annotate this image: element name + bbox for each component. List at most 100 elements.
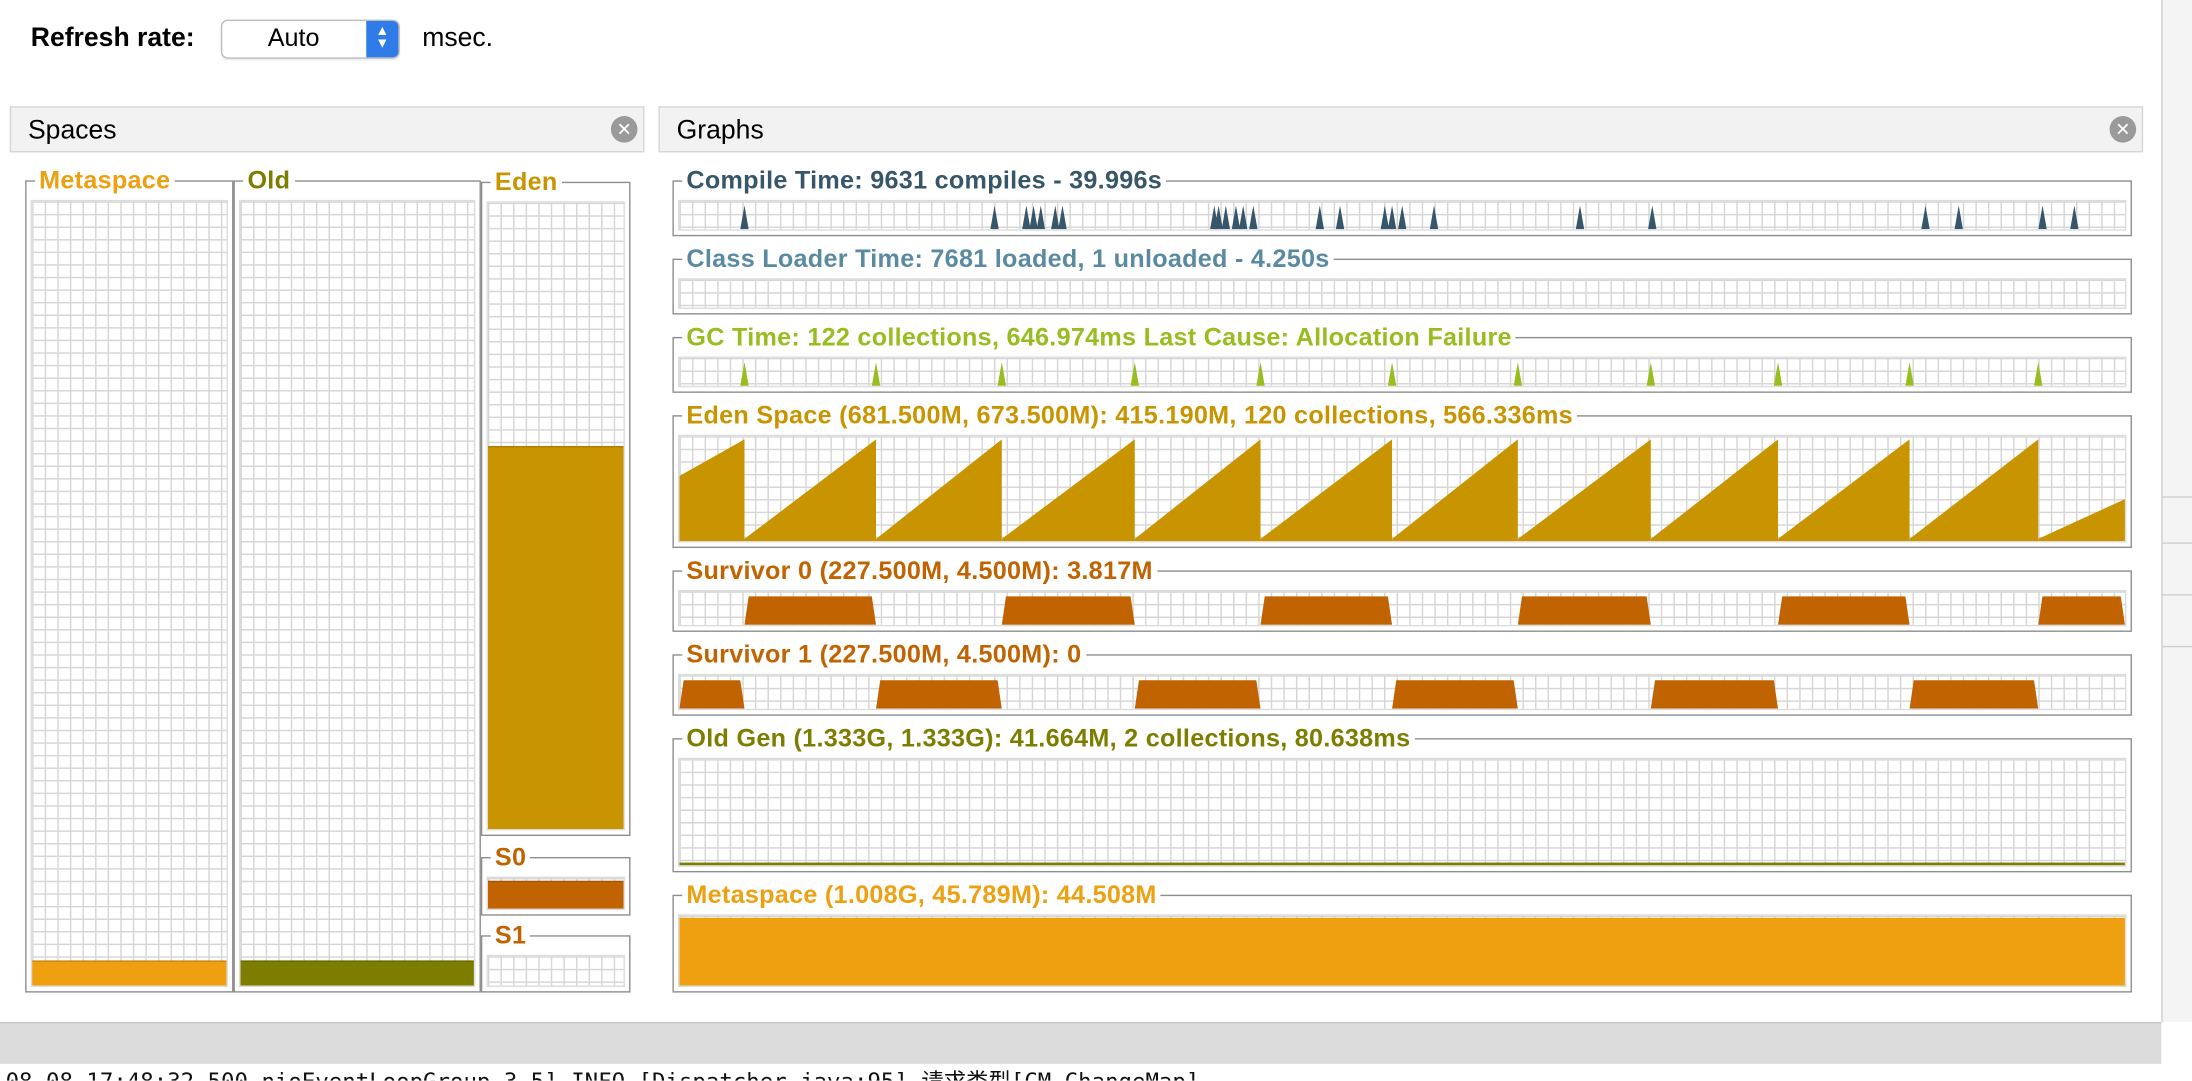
spike-mark xyxy=(2070,205,2079,230)
spike-mark xyxy=(1238,205,1248,230)
graph-old-gen-plot xyxy=(678,757,2127,867)
refresh-rate-label: Refresh rate: xyxy=(30,23,195,54)
close-icon[interactable]: ✕ xyxy=(2109,116,2137,143)
graph-class-loader-time-svg xyxy=(679,280,2125,308)
graph-gc-time-title: GC Time: 122 collections, 646.974ms Last… xyxy=(682,321,1517,353)
graph-survivor-1: Survivor 1 (227.500M, 4.500M): 0 xyxy=(672,638,2132,716)
spike-mark xyxy=(1335,205,1345,230)
status-bar xyxy=(0,1021,2162,1066)
chevron-updown-icon[interactable]: ▲ ▼ xyxy=(366,20,399,58)
refresh-rate-select[interactable]: Auto ▲ ▼ xyxy=(220,19,400,59)
spike-mark xyxy=(2034,362,2043,386)
survivor-block xyxy=(1392,680,1518,709)
graph-survivor-0: Survivor 0 (227.500M, 4.500M): 3.817M xyxy=(672,555,2132,632)
console-output: 08-08 17:48:32.500 nioEventLoopGroup-3-5… xyxy=(0,1063,2192,1081)
spike-mark xyxy=(1954,205,1963,230)
space-s0: S0 xyxy=(480,841,631,916)
space-old: Old xyxy=(233,164,481,993)
refresh-rate-value: Auto xyxy=(267,23,320,52)
survivor-block xyxy=(1001,596,1135,625)
spike-mark xyxy=(1429,205,1439,230)
graph-eden-space-title: Eden Space (681.500M, 673.500M): 415.190… xyxy=(682,399,1578,431)
graph-eden-space: Eden Space (681.500M, 673.500M): 415.190… xyxy=(672,399,2132,549)
survivor-block xyxy=(1517,596,1651,625)
space-eden-fill xyxy=(487,445,624,830)
space-metaspace: Metaspace xyxy=(25,164,234,993)
spike-mark xyxy=(740,362,749,386)
spike-mark xyxy=(1036,205,1046,230)
spike-mark xyxy=(1575,205,1585,230)
strip-divider xyxy=(2162,645,2192,648)
graphs-panel-title: Graphs xyxy=(676,116,764,146)
spike-mark xyxy=(1029,205,1038,230)
spike-mark xyxy=(2038,205,2047,230)
eden-sawtooth-segment xyxy=(1134,439,1261,542)
spike-mark xyxy=(1646,362,1656,386)
spike-mark xyxy=(1648,205,1657,230)
eden-sawtooth-segment xyxy=(1260,439,1393,542)
survivor-block xyxy=(1260,596,1393,625)
space-eden-label: Eden xyxy=(490,166,562,198)
space-s1: S1 xyxy=(480,919,631,993)
spike-mark xyxy=(740,205,749,230)
right-edge-strip xyxy=(2162,0,2192,1022)
visualgc-window: Refresh rate: Auto ▲ ▼ msec. Spaces ✕ Met… xyxy=(0,0,2163,1022)
spike-mark xyxy=(1380,205,1390,230)
graph-survivor-1-svg xyxy=(679,680,2039,709)
graph-class-loader-time: Class Loader Time: 7681 loaded, 1 unload… xyxy=(672,243,2132,315)
spike-mark xyxy=(871,362,881,386)
graph-class-loader-time-plot xyxy=(678,278,2127,309)
spaces-panel-title: Spaces xyxy=(27,116,117,146)
spike-mark xyxy=(1051,205,1060,230)
eden-sawtooth-segment xyxy=(1517,439,1651,542)
spike-mark xyxy=(1058,205,1067,230)
survivor-block xyxy=(1909,680,2039,709)
graph-class-loader-time-title: Class Loader Time: 7681 loaded, 1 unload… xyxy=(682,243,1334,275)
eden-sawtooth-segment xyxy=(1778,439,1910,542)
graph-old-gen: Old Gen (1.333G, 1.333G): 41.664M, 2 col… xyxy=(672,722,2132,873)
strip-divider xyxy=(2162,496,2192,498)
graphs-panel: Graphs ✕ Compile Time: 9631 compiles - 3… xyxy=(658,106,2144,1001)
graph-survivor-0-svg xyxy=(744,596,2125,625)
spike-mark xyxy=(997,362,1006,386)
spike-mark xyxy=(1513,362,1523,386)
spaces-panel-header: Spaces ✕ xyxy=(9,106,645,153)
graph-gc-time-svg xyxy=(740,362,2043,386)
survivor-block xyxy=(744,596,877,625)
survivor-block xyxy=(2038,596,2125,625)
refresh-rate-bar: Refresh rate: Auto ▲ ▼ msec. xyxy=(30,19,494,59)
space-old-fill xyxy=(240,960,474,986)
survivor-block xyxy=(1134,680,1261,709)
graph-gc-time-plot xyxy=(678,356,2127,388)
spaces-panel: Spaces ✕ Metaspace Old Eden S0 S1 xyxy=(9,106,645,1001)
graphs-panel-header: Graphs ✕ xyxy=(658,106,2144,153)
spike-mark xyxy=(1221,205,1231,230)
space-metaspace-grid xyxy=(30,199,228,987)
close-icon[interactable]: ✕ xyxy=(610,116,638,143)
graph-compile-time-title: Compile Time: 9631 compiles - 39.996s xyxy=(682,164,1167,196)
refresh-rate-unit: msec. xyxy=(422,23,494,54)
graph-metaspace-svg xyxy=(679,917,2125,986)
graph-old-gen-title: Old Gen (1.333G, 1.333G): 41.664M, 2 col… xyxy=(682,722,1415,754)
graph-survivor-0-plot xyxy=(678,589,2127,627)
space-eden: Eden xyxy=(480,166,631,837)
eden-sawtooth-segment xyxy=(2038,499,2125,542)
strip-divider xyxy=(2162,542,2192,544)
graph-old-gen-svg xyxy=(679,862,2125,866)
eden-sawtooth-segment xyxy=(1392,439,1518,542)
spike-mark xyxy=(1397,205,1407,230)
space-eden-grid xyxy=(486,201,625,831)
graph-metaspace: Metaspace (1.008G, 45.789M): 44.508M xyxy=(672,879,2132,993)
graph-gc-time: GC Time: 122 collections, 646.974ms Last… xyxy=(672,321,2132,393)
old-gen-level xyxy=(679,862,2125,866)
survivor-block xyxy=(1778,596,1910,625)
metaspace-level xyxy=(679,917,2125,986)
spike-mark xyxy=(1315,205,1324,230)
graph-metaspace-plot xyxy=(678,914,2127,987)
spike-mark xyxy=(1256,362,1265,386)
space-s0-grid xyxy=(486,876,625,911)
spike-mark xyxy=(990,205,999,230)
console-line: 08-08 17:48:32.500 nioEventLoopGroup-3-5… xyxy=(6,1068,1200,1080)
graph-survivor-1-title: Survivor 1 (227.500M, 4.500M): 0 xyxy=(682,638,1086,670)
eden-sawtooth-segment xyxy=(744,439,877,542)
